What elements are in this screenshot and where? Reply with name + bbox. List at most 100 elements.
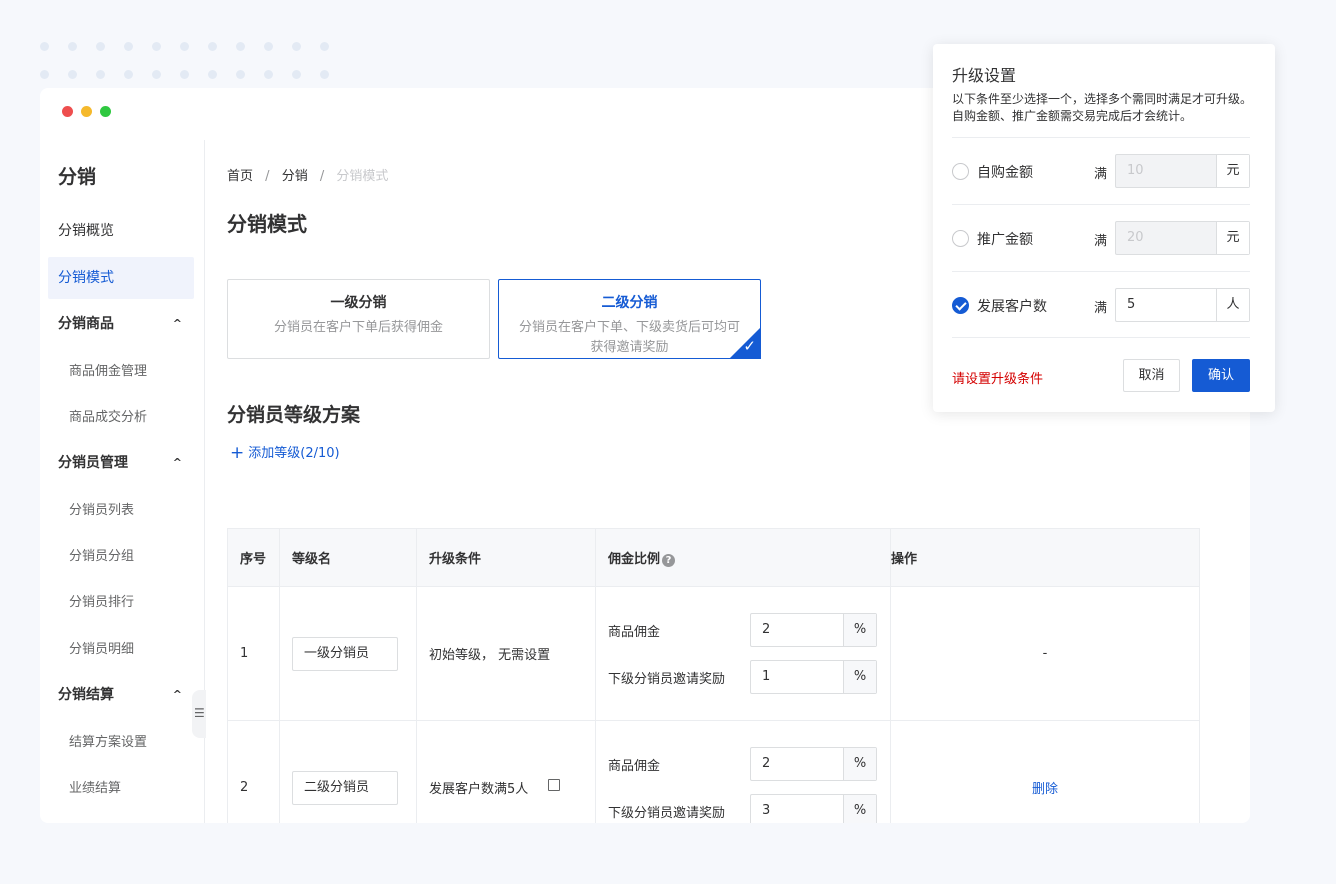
edit-icon[interactable] (548, 779, 561, 791)
option-prefix: 满 (1094, 167, 1108, 182)
sidebar-item-performance[interactable]: 业绩结算 (69, 774, 121, 804)
decorative-dot (180, 42, 189, 51)
sidebar-item-mode[interactable]: 分销模式 (48, 257, 194, 299)
chevron-up-icon: ^ (172, 456, 182, 469)
decorative-dot (264, 70, 273, 79)
invite-input[interactable]: 1 % (750, 660, 877, 694)
option-checkbox[interactable] (952, 230, 969, 247)
mode-card-level-1[interactable]: 一级分销 分销员在客户下单后获得佣金 (227, 279, 490, 359)
decorative-dot (124, 70, 133, 79)
breadcrumb-home[interactable]: 首页 (227, 169, 253, 184)
minimize-window-icon[interactable] (81, 106, 92, 117)
cancel-button[interactable]: 取消 (1123, 359, 1180, 392)
delete-link[interactable]: 删除 (1032, 782, 1058, 797)
decorative-dot (180, 70, 189, 79)
decorative-dot (68, 42, 77, 51)
sidebar-group-distributors[interactable]: 分销员管理 ^ (48, 442, 194, 484)
upgrade-option-promotion: 推广金额 满 20 元 (952, 204, 1250, 271)
decorative-dot (152, 42, 161, 51)
option-checkbox[interactable] (952, 163, 969, 180)
sidebar-item-distributor-groups[interactable]: 分销员分组 (69, 542, 134, 572)
plus-icon: + (230, 443, 245, 463)
invite-label: 下级分销员邀请奖励 (608, 671, 726, 687)
add-level-label: 添加等级(2/10) (248, 446, 340, 461)
option-prefix: 满 (1094, 234, 1108, 249)
level-name-input[interactable]: 二级分销员 (292, 770, 398, 805)
table-row: 1 一级分销员 初始等级， 无需设置 商品佣金 2 % 下级分销员邀请奖励 1 … (227, 586, 1200, 721)
breadcrumb-current: 分销模式 (336, 169, 389, 184)
column-header-commission: 佣金比例? (595, 528, 891, 587)
help-icon[interactable]: ? (662, 554, 676, 567)
row-commission-cell: 商品佣金 2 % 下级分销员邀请奖励 1 % (595, 586, 891, 721)
column-header-label: 佣金比例 (608, 552, 661, 567)
percent-unit: % (843, 661, 876, 693)
popover-footer: 请设置升级条件 取消 确认 (952, 337, 1250, 392)
sidebar-item-overview[interactable]: 分销概览 (48, 210, 194, 252)
section-title: 分销员等级方案 (227, 404, 361, 426)
commission-row: 商品佣金 2 % (608, 747, 890, 781)
sidebar-item-settlement-plan[interactable]: 结算方案设置 (69, 728, 147, 758)
column-header: 序号 (227, 528, 280, 587)
popover-title: 升级设置 (952, 66, 1017, 85)
sidebar-title: 分销 (58, 166, 97, 188)
option-input[interactable]: 20 元 (1115, 221, 1250, 255)
sidebar-item-distributor-list[interactable]: 分销员列表 (69, 496, 134, 526)
breadcrumb-separator: / (319, 169, 325, 184)
mode-card-description: 分销员在客户下单、下级卖货后可均可获得邀请奖励 (518, 320, 740, 355)
levels-table: 序号 等级名 升级条件 佣金比例? 操作 1 一级分销员 初始等级， 无需设置 (227, 528, 1200, 823)
collapse-icon: ☰ (194, 706, 205, 720)
mode-card-level-2[interactable]: 二级分销 分销员在客户下单、下级卖货后可均可获得邀请奖励 ✓ (498, 279, 761, 359)
chevron-up-icon: ^ (172, 688, 182, 701)
add-level-button[interactable]: + 添加等级(2/10) (230, 442, 340, 463)
invite-row: 下级分销员邀请奖励 3 % (608, 794, 890, 823)
sidebar-group-settlement[interactable]: 分销结算 ^ (48, 674, 194, 716)
option-unit: 元 (1216, 155, 1249, 187)
popover-description: 以下条件至少选择一个，选择多个需同时满足才可升级。自购金额、推广金额需交易完成后… (952, 92, 1253, 123)
row-action: - (890, 586, 1200, 721)
commission-input[interactable]: 2 % (750, 747, 877, 781)
option-value: 10 (1127, 163, 1144, 178)
percent-unit: % (843, 795, 876, 823)
row-condition: 初始等级， 无需设置 (416, 586, 596, 721)
option-input[interactable]: 10 元 (1115, 154, 1250, 188)
sidebar-item-distributor-details[interactable]: 分销员明细 (69, 635, 134, 665)
mode-card-title: 二级分销 (601, 295, 658, 311)
sidebar-group-goods[interactable]: 分销商品 ^ (48, 303, 194, 345)
decorative-dot (320, 70, 329, 79)
row-index: 2 (227, 720, 280, 823)
decorative-dot (236, 70, 245, 79)
maximize-window-icon[interactable] (100, 106, 111, 117)
decorative-dot (320, 42, 329, 51)
decorative-dot-pattern (40, 42, 340, 82)
chevron-up-icon: ^ (172, 317, 182, 330)
option-checkbox[interactable] (952, 297, 969, 314)
breadcrumb-parent[interactable]: 分销 (282, 169, 308, 184)
commission-value: 2 (762, 622, 771, 637)
sidebar-item-goods-analysis[interactable]: 商品成交分析 (69, 403, 147, 433)
level-name-input[interactable]: 一级分销员 (292, 636, 398, 671)
column-header: 操作 (890, 528, 1200, 587)
decorative-dot (40, 70, 49, 79)
upgrade-settings-popover: 升级设置 以下条件至少选择一个，选择多个需同时满足才可升级。自购金额、推广金额需… (933, 44, 1275, 412)
sidebar-group-label: 分销结算 (58, 687, 114, 703)
option-unit: 人 (1216, 289, 1249, 321)
upgrade-option-self-purchase: 自购金额 满 10 元 (952, 137, 1250, 204)
decorative-dot (96, 70, 105, 79)
breadcrumb-separator: / (265, 169, 270, 184)
invite-input[interactable]: 3 % (750, 794, 877, 823)
option-input[interactable]: 5 人 (1115, 288, 1250, 322)
mode-card-description: 分销员在客户下单后获得佣金 (273, 320, 443, 335)
close-window-icon[interactable] (62, 106, 73, 117)
mode-card-title: 一级分销 (330, 295, 387, 311)
option-label: 推广金额 (977, 232, 1033, 248)
confirm-button[interactable]: 确认 (1192, 359, 1250, 392)
percent-unit: % (843, 748, 876, 780)
row-index: 1 (227, 586, 280, 721)
commission-input[interactable]: 2 % (750, 613, 877, 647)
commission-row: 商品佣金 2 % (608, 613, 890, 647)
sidebar-item-distributor-ranking[interactable]: 分销员排行 (69, 588, 134, 618)
decorative-dot (152, 70, 161, 79)
percent-unit: % (843, 614, 876, 646)
sidebar-item-goods-commission[interactable]: 商品佣金管理 (69, 357, 147, 387)
sidebar-collapse-toggle[interactable]: ☰ (192, 690, 206, 738)
